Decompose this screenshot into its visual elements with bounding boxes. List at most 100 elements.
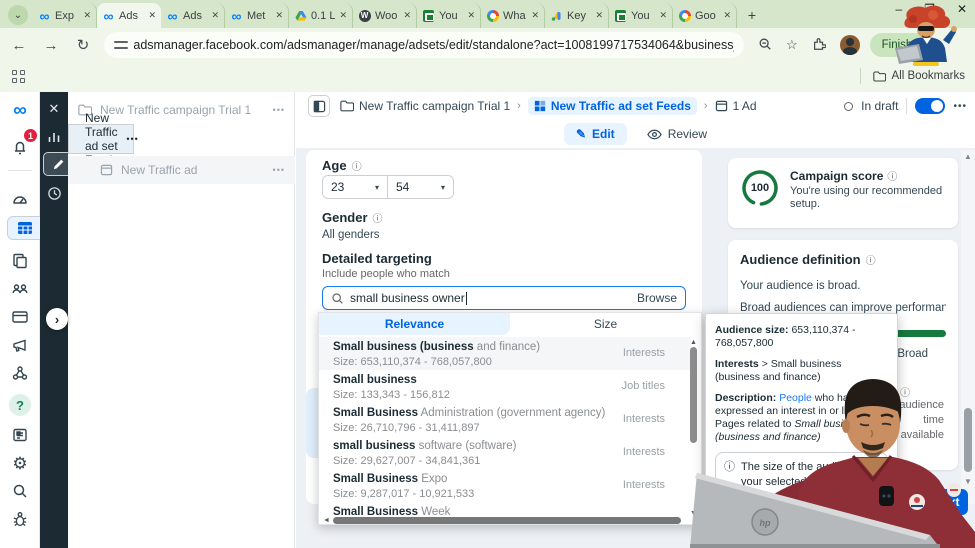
edit-mode-button[interactable]: ✎ Edit <box>563 123 627 145</box>
new-tab-button[interactable]: + <box>741 4 763 26</box>
audiences-icon[interactable] <box>7 276 33 302</box>
scroll-right-icon[interactable]: ► <box>692 517 699 524</box>
browser-tab-11[interactable]: Goo ✕ <box>673 3 737 28</box>
tree-item-ad[interactable]: New Traffic ad ••• <box>68 156 295 184</box>
close-panel-icon[interactable]: ✕ <box>43 98 65 120</box>
row-menu-icon[interactable]: ••• <box>273 165 285 175</box>
help-icon[interactable]: ? <box>7 392 33 418</box>
scrollbar-thumb[interactable] <box>333 517 681 524</box>
history-clock-icon[interactable] <box>43 182 65 204</box>
events-manager-icon[interactable] <box>7 360 33 386</box>
info-icon[interactable]: ⓘ <box>373 210 383 225</box>
next-button[interactable]: Next <box>925 489 968 515</box>
tree-item-adset-selected[interactable]: New Traffic ad set Feeds ••• <box>68 111 138 167</box>
scroll-up-icon[interactable]: ▲ <box>690 339 697 346</box>
scrollbar-thumb[interactable] <box>964 408 972 472</box>
info-icon[interactable]: ⓘ <box>866 252 876 267</box>
browser-tab-10[interactable]: You ✕ <box>609 3 673 28</box>
notifications-bell-icon[interactable]: 1 <box>7 129 37 160</box>
suggestion-item[interactable]: Small business Size: 133,343 - 156,812 J… <box>319 370 691 403</box>
gender-value: All genders <box>322 229 380 241</box>
breadcrumb-adset-chip[interactable]: New Traffic ad set Feeds <box>527 97 697 115</box>
tab-relevance[interactable]: Relevance <box>319 313 510 335</box>
page-scrollbar[interactable]: ▲ ▼ <box>961 150 975 504</box>
breadcrumb-campaign[interactable]: New Traffic campaign Trial 1 <box>359 99 510 113</box>
ads-megaphone-icon[interactable] <box>7 332 33 358</box>
profile-avatar[interactable] <box>839 35 860 55</box>
browser-tab-3[interactable]: ∞ Ads ✕ <box>161 3 225 28</box>
expand-panel-button[interactable]: › <box>46 308 68 330</box>
settings-gear-icon[interactable]: ⚙ <box>7 450 33 476</box>
sticker-character <box>895 5 957 66</box>
suggestion-item[interactable]: Small Business Expo Size: 9,287,017 - 10… <box>319 469 691 502</box>
tab-size[interactable]: Size <box>510 313 701 335</box>
interest-tooltip: Audience size: 653,110,374 - 768,057,800… <box>705 313 898 543</box>
browser-tab-5[interactable]: 0.1 L ✕ <box>289 3 353 28</box>
collapse-sidebar-button[interactable] <box>308 95 330 117</box>
url-text[interactable]: adsmanager.facebook.com/adsmanager/manag… <box>133 38 734 52</box>
tab-close-icon[interactable]: ✕ <box>531 10 539 21</box>
header-menu-icon[interactable]: ••• <box>953 101 967 112</box>
age-max-select[interactable]: 54 ▾ <box>388 175 454 199</box>
browser-tab-1[interactable]: ∞ Exp ✕ <box>33 3 97 28</box>
report-bug-icon[interactable] <box>7 506 33 532</box>
news-icon[interactable] <box>7 422 33 448</box>
scroll-down-icon[interactable]: ▼ <box>964 477 972 486</box>
publish-toggle[interactable] <box>915 98 946 114</box>
browser-tab-2-active[interactable]: ∞ Ads ✕ <box>97 3 161 28</box>
row-menu-icon[interactable]: ••• <box>273 105 285 115</box>
extensions-icon[interactable] <box>812 37 827 54</box>
row-menu-icon[interactable]: ••• <box>126 134 138 144</box>
window-close-button[interactable]: ✕ <box>957 2 967 16</box>
bookmark-star-icon[interactable]: ☆ <box>786 37 798 53</box>
tab-close-icon[interactable]: ✕ <box>723 10 731 21</box>
tab-search-chevron-icon[interactable]: ⌄ <box>8 5 28 25</box>
info-icon[interactable]: ⓘ <box>352 158 362 173</box>
draft-status-icon <box>844 101 854 111</box>
charts-icon[interactable] <box>43 126 65 148</box>
search-icon[interactable] <box>7 478 33 504</box>
pages-icon[interactable] <box>7 248 33 274</box>
tab-close-icon[interactable]: ✕ <box>211 10 219 21</box>
apps-grid-icon[interactable] <box>12 70 25 83</box>
forward-button[interactable]: → <box>38 32 64 58</box>
detailed-targeting-search-input[interactable]: small business owner Browse <box>322 286 686 310</box>
billing-icon[interactable] <box>7 304 33 330</box>
tab-close-icon[interactable]: ✕ <box>148 10 156 21</box>
suggestion-item[interactable]: Small Business Week <box>319 502 691 516</box>
scroll-up-icon[interactable]: ▲ <box>964 152 972 161</box>
browser-tab-4[interactable]: ∞ Met ✕ <box>225 3 289 28</box>
dropdown-horizontal-scrollbar[interactable]: ◄ ► <box>323 516 699 525</box>
breadcrumb-ad[interactable]: 1 Ad <box>733 99 757 113</box>
info-icon[interactable]: ⓘ <box>887 168 897 183</box>
browser-tab-7[interactable]: You ✕ <box>417 3 481 28</box>
scroll-left-icon[interactable]: ◄ <box>323 517 330 524</box>
address-bar[interactable]: adsmanager.facebook.com/adsmanager/manag… <box>104 32 744 58</box>
review-mode-button[interactable]: Review <box>646 127 707 141</box>
browser-tab-8[interactable]: Wha ✕ <box>481 3 545 28</box>
tab-close-icon[interactable]: ✕ <box>339 10 347 21</box>
reload-button[interactable]: ↻ <box>70 32 96 58</box>
zoom-icon[interactable] <box>758 37 772 54</box>
all-bookmarks-button[interactable]: All Bookmarks <box>860 68 965 84</box>
dropdown-vertical-scrollbar[interactable]: ▲ ▼ <box>689 339 698 517</box>
tab-close-icon[interactable]: ✕ <box>595 10 603 21</box>
browse-button[interactable]: Browse <box>637 291 677 305</box>
suggestion-item[interactable]: Small business (business and finance) Si… <box>319 337 691 370</box>
score-title: Campaign score <box>790 168 884 183</box>
browser-tab-9[interactable]: Key ✕ <box>545 3 609 28</box>
browser-tab-6[interactable]: W Woo ✕ <box>353 3 417 28</box>
suggestion-item[interactable]: small business software (software) Size:… <box>319 436 691 469</box>
suggestion-item[interactable]: Small Business Administration (governmen… <box>319 403 691 436</box>
site-settings-icon[interactable] <box>114 40 129 50</box>
back-button[interactable]: ← <box>6 32 32 58</box>
people-link[interactable]: People <box>779 392 812 404</box>
age-min-select[interactable]: 23 ▾ <box>322 175 388 199</box>
tab-close-icon[interactable]: ✕ <box>659 10 667 21</box>
tab-close-icon[interactable]: ✕ <box>403 10 411 21</box>
scrollbar-thumb[interactable] <box>690 347 697 443</box>
tab-close-icon[interactable]: ✕ <box>467 10 475 21</box>
tab-close-icon[interactable]: ✕ <box>275 10 283 21</box>
account-overview-icon[interactable] <box>7 186 33 212</box>
tab-close-icon[interactable]: ✕ <box>83 10 91 21</box>
